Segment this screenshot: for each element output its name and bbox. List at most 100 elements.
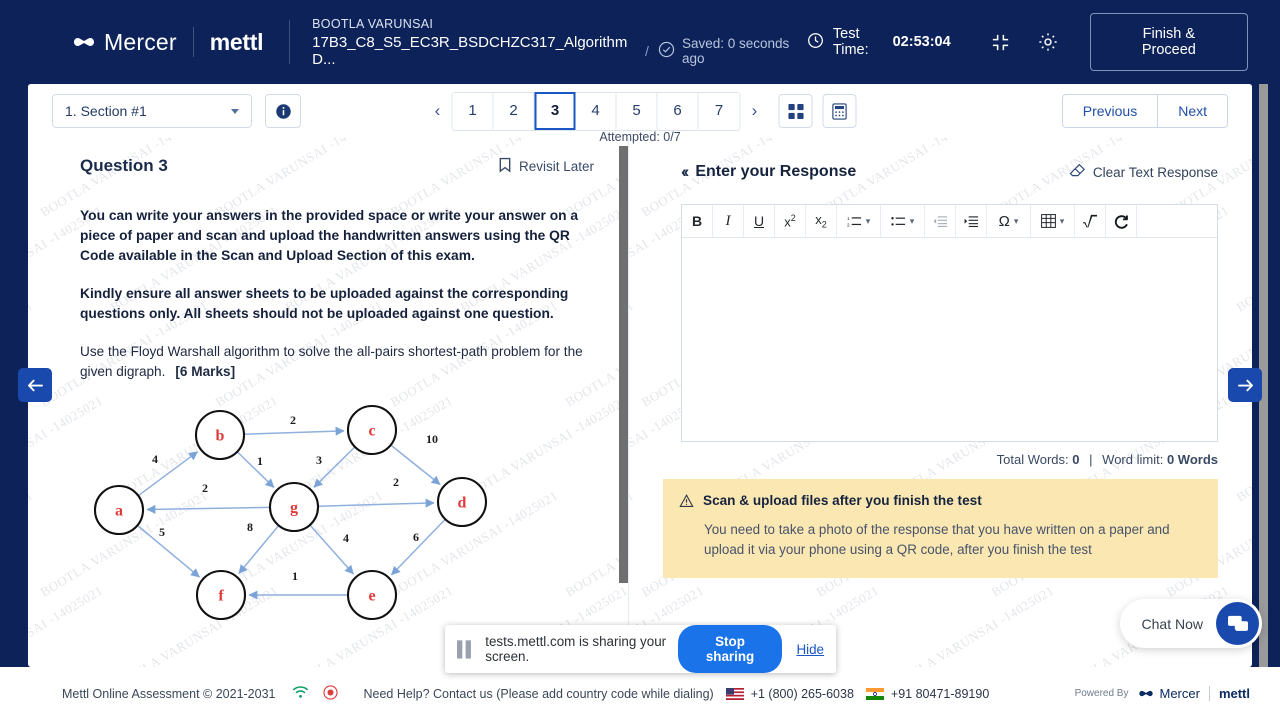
word-limit-label: Word limit: [1102,452,1164,467]
unordered-list-button[interactable]: ▾ [881,204,925,238]
italic-button[interactable]: I [713,204,744,238]
prev-next-group: Previous Next [1061,94,1228,128]
question-number-list: 1 2 3 4 5 6 7 [451,91,741,131]
digraph-edge-a-f [136,524,200,578]
undo-button[interactable] [1106,204,1137,238]
response-textarea[interactable] [682,238,1217,441]
digraph-node-label-g: g [290,500,298,517]
rich-text-editor: B I U x2 x2 12 ▾ ▾ Ω ▾ ▾ [681,204,1218,442]
question-number-3[interactable]: 3 [534,91,576,130]
watermark: BOOTLA VARUNSAI -14025021 [883,582,1057,667]
superscript-button[interactable]: x2 [775,204,806,238]
clear-text-response-label: Clear Text Response [1092,164,1218,180]
record-icon [322,684,338,703]
test-time-label: Test Time: [832,26,869,58]
response-title-label: Enter your Response [695,163,857,180]
bold-button[interactable]: B [682,204,713,238]
question-statement: Use the Floyd Warshall algorithm to solv… [80,342,594,382]
section-dropdown-value: 1. Section #1 [65,103,147,119]
digraph-edge-b-g [236,451,275,489]
digraph-node-label-d: d [458,495,467,512]
stop-sharing-button[interactable]: Stop sharing [677,625,783,673]
candidate-name: BOOTLA VARUNSAI [312,16,434,31]
app-root: Mercer mettl BOOTLA VARUNSAI 17B3_C8_S5_… [0,0,1280,720]
digraph-node-label-a: a [115,503,123,520]
drag-grip-icon[interactable]: ▌▌ [457,641,476,658]
arrow-right-icon [1237,378,1254,393]
saved-text: Saved: 0 seconds ago [681,35,790,66]
pager-next-arrow[interactable]: › [741,94,769,128]
question-number-5[interactable]: 5 [616,92,658,129]
test-timer: Test Time: 02:53:04 [807,26,951,58]
digraph-edge-weight-b-c: 2 [290,413,296,427]
digraph-edge-g-a [146,504,271,514]
brand-logo: Mercer mettl [72,27,264,57]
digraph-svg: a b c d e f g 4 2 1 10 3 2 2 8 4 5 6 1 [93,404,488,621]
digraph-edge-weight-g-d: 2 [393,475,399,489]
previous-button[interactable]: Previous [1063,95,1159,127]
digraph-edge-d-e [390,518,446,576]
question-number-2[interactable]: 2 [493,92,535,129]
hide-share-bar-button[interactable]: Hide [796,642,824,657]
info-icon[interactable] [265,94,301,128]
response-pane: BOOTLA VARUNSAI -14025021 BOOTLA VARUNSAI… [629,138,1252,667]
digraph-edge-weight-b-g: 1 [257,454,263,468]
calculator-icon[interactable] [822,94,857,128]
scan-upload-warning: Scan & upload files after you finish the… [663,479,1218,578]
question-number-7[interactable]: 7 [698,92,740,129]
digraph-edge-a-b [137,451,199,497]
digraph-edge-b-c [243,426,345,436]
next-question-arrow[interactable] [1228,368,1262,402]
question-number-6[interactable]: 6 [657,92,699,129]
watermark: BOOTLA VARUNSAI -14025021 [1233,203,1252,315]
ordered-list-button[interactable]: 12 ▾ [837,204,881,238]
digraph-node-label-f: f [218,588,224,605]
footer-us-phone[interactable]: +1 (800) 265-6038 [751,687,854,701]
chevron-down-icon: ▾ [1059,215,1065,226]
footer-in-phone[interactable]: +91 80471-89190 [891,687,989,701]
next-button[interactable]: Next [1158,95,1227,127]
warning-triangle-icon [679,493,703,511]
digraph-edge-weight-g-a: 2 [202,481,208,495]
svg-text:2: 2 [847,222,850,227]
powered-by-label: Powered By [1074,688,1129,699]
editor-toolbar: B I U x2 x2 12 ▾ ▾ Ω ▾ ▾ [682,204,1217,238]
subscript-button[interactable]: x2 [806,204,837,238]
digraph-edge-weight-g-f: 8 [247,520,253,534]
revisit-later-button[interactable]: Revisit Later [498,157,594,176]
revisit-later-label: Revisit Later [518,158,594,174]
question-content: Question 3 Revisit Later You can write y… [28,138,628,639]
warning-title-row: Scan & upload files after you finish the… [679,493,1200,511]
wifi-icon [292,685,309,702]
previous-question-arrow[interactable] [18,368,52,402]
finish-and-proceed-button[interactable]: Finish & Proceed [1089,13,1248,71]
double-chevron-left-icon[interactable]: ‹‹ [681,162,690,182]
digraph-node-label-e: e [368,588,375,605]
mercer-wordmark: Mercer [104,28,177,55]
page-title: Question 3 [80,156,168,175]
underline-button[interactable]: U [744,204,775,238]
math-equation-button[interactable] [1075,204,1106,238]
india-flag-icon [865,687,884,700]
special-character-button[interactable]: Ω ▾ [987,204,1031,238]
question-number-1[interactable]: 1 [452,92,494,129]
grid-view-icon[interactable] [778,94,813,128]
eraser-icon [1069,163,1093,181]
svg-text:1: 1 [847,216,850,221]
question-number-4[interactable]: 4 [575,92,617,129]
footer-logo-divider [1208,686,1210,701]
footer-help-text: Need Help? Contact us (Please add countr… [363,686,714,701]
section-dropdown[interactable]: 1. Section #1 [52,94,252,128]
indent-button[interactable] [956,204,987,238]
outdent-button[interactable] [925,204,956,238]
content-split: BOOTLA VARUNSAI -14025021 BOOTLA VARUNSAI… [28,138,1252,667]
collapse-fullscreen-icon[interactable] [985,25,1017,59]
chat-now-widget[interactable]: Chat Now [1119,599,1262,648]
gear-icon[interactable] [1032,25,1064,59]
pager-prev-arrow[interactable]: ‹ [424,94,452,128]
table-button[interactable]: ▾ [1031,204,1075,238]
question-pane-scrollbar[interactable] [619,146,628,583]
digraph-figure: a b c d e f g 4 2 1 10 3 2 2 8 4 5 6 1 [64,404,594,639]
clear-text-response-button[interactable]: Clear Text Response [1069,163,1218,181]
us-flag-icon [725,687,744,700]
